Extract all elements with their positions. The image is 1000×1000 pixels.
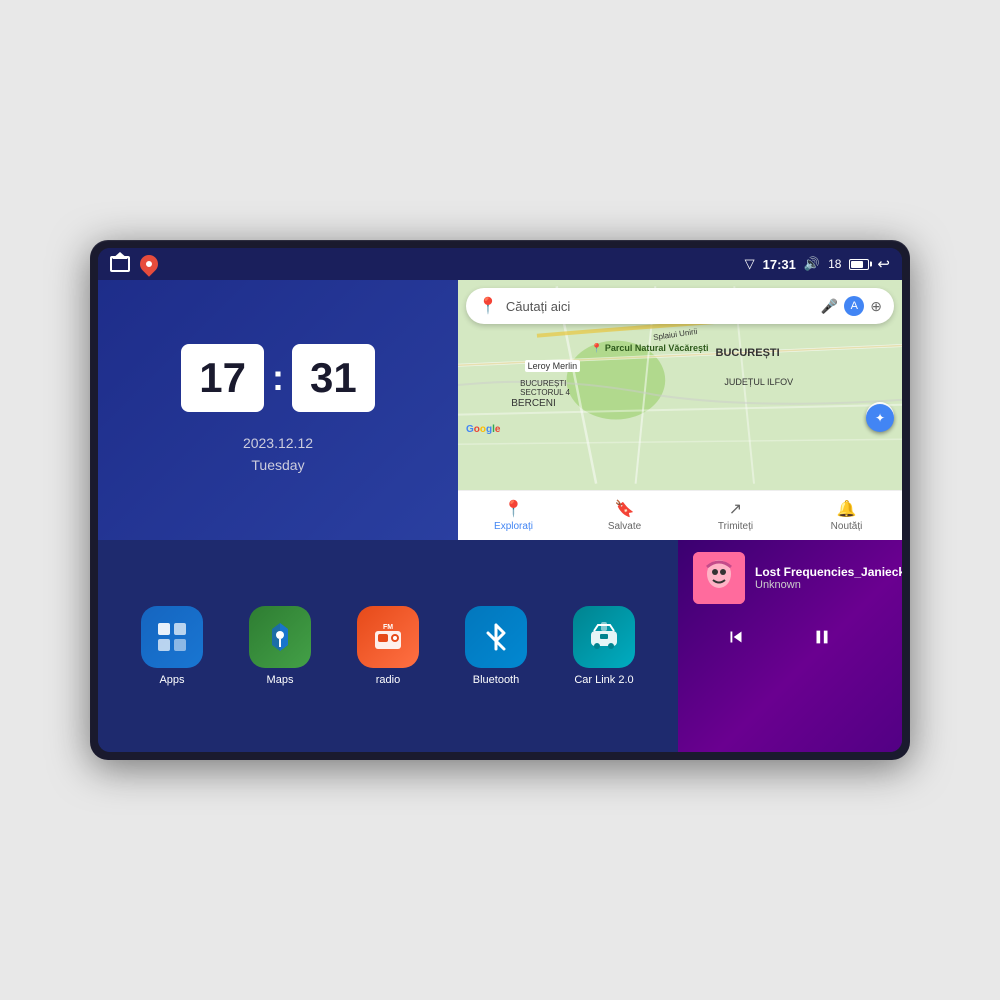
google-logo: Google: [466, 424, 500, 435]
bluetooth-label: Bluetooth: [473, 674, 519, 686]
play-pause-icon: [811, 626, 833, 648]
music-title: Lost Frequencies_Janieck Devy-...: [755, 565, 902, 579]
map-pin-icon: 📍: [478, 296, 498, 316]
music-player: Lost Frequencies_Janieck Devy-... Unknow…: [678, 540, 902, 752]
account-icon[interactable]: A: [844, 296, 864, 316]
music-controls: [693, 614, 902, 660]
send-icon: ↗: [729, 499, 742, 519]
carlink-label: Car Link 2.0: [574, 674, 633, 686]
apps-grid: Apps Maps: [98, 540, 678, 752]
leroy-label: Leroy Merlin: [525, 360, 581, 372]
back-icon[interactable]: ↩: [877, 255, 890, 273]
map-search-bar[interactable]: 📍 Căutați aici 🎤 A ⊕: [466, 288, 894, 324]
next-icon: [897, 626, 902, 648]
clock-display: 17 : 31: [181, 344, 374, 412]
maps-label: Maps: [267, 674, 294, 686]
clock-hours: 17: [181, 344, 264, 412]
music-text: Lost Frequencies_Janieck Devy-... Unknow…: [755, 565, 902, 591]
apps-icon-wrapper: [141, 606, 203, 668]
svg-text:FM: FM: [383, 624, 393, 631]
news-icon: 🔔: [837, 499, 857, 519]
battery-icon: [849, 259, 869, 270]
prev-button[interactable]: [718, 619, 754, 655]
news-label: Noutăți: [831, 521, 863, 532]
saved-label: Salvate: [608, 521, 641, 532]
album-art: [693, 552, 745, 604]
bluetooth-icon: [478, 619, 514, 655]
prev-icon: [725, 626, 747, 648]
clock-date: 2023.12.12 Tuesday: [243, 432, 313, 477]
explore-label: Explorați: [494, 521, 533, 532]
maps-app-icon: [262, 619, 298, 655]
app-item-radio[interactable]: FM radio: [357, 606, 419, 686]
main-content: 17 : 31 2023.12.12 Tuesday 📍: [98, 280, 902, 752]
home-icon[interactable]: [110, 256, 130, 272]
app-item-apps[interactable]: Apps: [141, 606, 203, 686]
album-art-image: [693, 552, 745, 604]
more-options-icon[interactable]: ⊕: [870, 298, 882, 315]
map-nav-news[interactable]: 🔔 Noutăți: [791, 499, 902, 532]
top-section: 17 : 31 2023.12.12 Tuesday 📍: [98, 280, 902, 540]
radio-label: radio: [376, 674, 400, 686]
send-label: Trimiteți: [718, 521, 753, 532]
ilfov-label: JUDEȚUL ILFOV: [724, 377, 793, 387]
map-nav-saved[interactable]: 🔖 Salvate: [569, 499, 680, 532]
status-right-icons: ▽ 17:31 🔊 18 ↩: [745, 255, 890, 273]
bucharest-label: BUCUREȘTI: [716, 347, 780, 359]
clock-separator: :: [272, 357, 284, 399]
map-widget[interactable]: 📍 Căutați aici 🎤 A ⊕: [458, 280, 902, 540]
play-pause-button[interactable]: [804, 619, 840, 655]
volume-icon: 🔊: [804, 256, 820, 272]
music-artist: Unknown: [755, 579, 902, 591]
navigation-arrow-icon: ▽: [745, 256, 755, 272]
clock-minutes: 31: [292, 344, 375, 412]
microphone-icon[interactable]: 🎤: [821, 298, 838, 315]
bluetooth-icon-wrapper: [465, 606, 527, 668]
bottom-section: Apps Maps: [98, 540, 902, 752]
car-head-unit: ▽ 17:31 🔊 18 ↩ 17 :: [90, 240, 910, 760]
status-bar: ▽ 17:31 🔊 18 ↩: [98, 248, 902, 280]
apps-label: Apps: [159, 674, 184, 686]
sector4-label: BUCUREȘTISECTORUL 4: [520, 379, 570, 397]
explore-icon: 📍: [504, 499, 524, 519]
apps-icon: [154, 619, 190, 655]
clock-widget: 17 : 31 2023.12.12 Tuesday: [98, 280, 458, 540]
saved-icon: 🔖: [615, 499, 635, 519]
music-info: Lost Frequencies_Janieck Devy-... Unknow…: [693, 552, 902, 604]
map-background: 📍 Căutați aici 🎤 A ⊕: [458, 280, 902, 490]
locate-button[interactable]: ✦: [866, 404, 894, 432]
map-bottom-nav: 📍 Explorați 🔖 Salvate ↗ Trimiteți 🔔: [458, 490, 902, 540]
screen: ▽ 17:31 🔊 18 ↩ 17 :: [98, 248, 902, 752]
maps-icon-wrapper: [249, 606, 311, 668]
carlink-icon: [586, 619, 622, 655]
status-left-icons: [110, 255, 158, 273]
app-item-carlink[interactable]: Car Link 2.0: [573, 606, 635, 686]
signal-strength: 18: [828, 257, 841, 271]
app-item-maps[interactable]: Maps: [249, 606, 311, 686]
berceni-label: BERCENI: [511, 398, 555, 409]
radio-icon-wrapper: FM: [357, 606, 419, 668]
carlink-icon-wrapper: [573, 606, 635, 668]
map-search-input[interactable]: Căutați aici: [506, 299, 813, 314]
status-time: 17:31: [763, 257, 796, 272]
map-search-actions: 🎤 A ⊕: [821, 296, 882, 316]
next-button[interactable]: [890, 619, 902, 655]
radio-icon: FM: [370, 619, 406, 655]
map-nav-explore[interactable]: 📍 Explorați: [458, 499, 569, 532]
park-label: 📍 Parcul Natural Văcărești: [591, 343, 708, 354]
splaiul-label: Splaiui Unirii: [653, 327, 698, 342]
map-nav-send[interactable]: ↗ Trimiteți: [680, 499, 791, 532]
app-item-bluetooth[interactable]: Bluetooth: [465, 606, 527, 686]
maps-icon[interactable]: [136, 251, 161, 276]
